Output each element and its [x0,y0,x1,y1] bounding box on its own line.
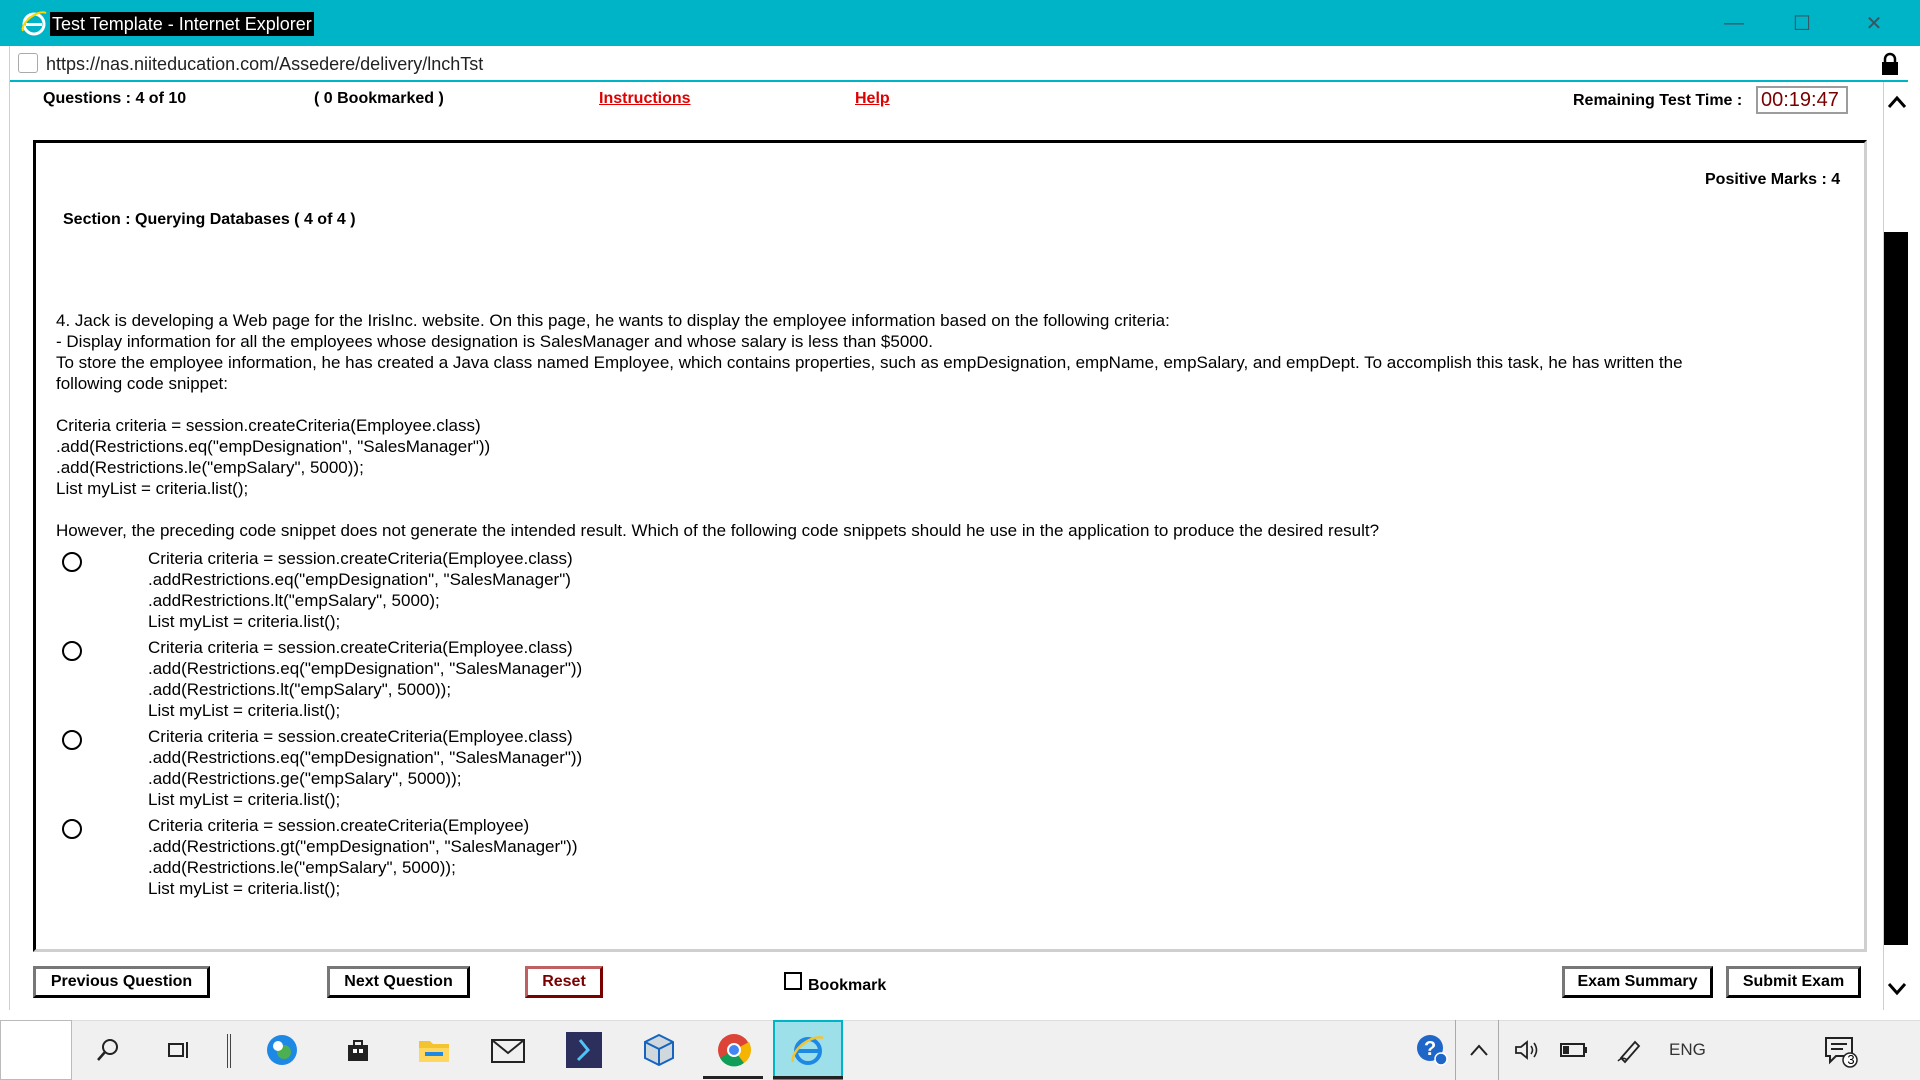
taskbar-divider [227,1034,231,1068]
chrome-icon[interactable] [716,1032,752,1068]
bookmark-label: Bookmark [808,977,887,994]
volume-icon[interactable] [1509,1032,1545,1068]
code-line: .add(Restrictions.eq("empDesignation", "… [56,437,491,456]
file-explorer-icon[interactable] [416,1032,452,1068]
title-bar: Test Template - Internet Explorer — ☐ ✕ [0,0,1920,46]
option-code: Criteria criteria = session.createCriter… [148,549,573,631]
question-line: 4. Jack is developing a Web page for the… [56,311,1170,330]
option-code: Criteria criteria = session.createCriter… [148,816,578,898]
section-title: Section : Querying Databases ( 4 of 4 ) [63,211,356,228]
battery-icon[interactable] [1556,1032,1592,1068]
pen-icon[interactable] [1611,1032,1647,1068]
chevron-up-icon[interactable] [1461,1032,1497,1068]
maximize-icon[interactable]: ☐ [1782,8,1822,38]
remaining-time-label: Remaining Test Time : [1573,92,1743,109]
code-line: .add(Restrictions.le("empSalary", 5000))… [56,458,364,477]
tray-divider [1455,1020,1456,1080]
internet-explorer-icon [21,11,47,36]
radio-button[interactable] [62,641,82,661]
page-icon [18,53,38,73]
powershell-icon[interactable] [566,1032,602,1068]
language-indicator[interactable]: ENG [1669,1040,1706,1060]
option-code: Criteria criteria = session.createCriter… [148,638,583,720]
question-prompt: However, the preceding code snippet does… [56,521,1380,540]
option-code: Criteria criteria = session.createCriter… [148,727,583,809]
bookmark-checkbox[interactable] [784,972,802,990]
code-line: List myList = criteria.list(); [56,479,249,498]
question-counter: Questions : 4 of 10 [43,90,187,107]
window-title: Test Template - Internet Explorer [50,12,314,36]
start-button[interactable] [0,1020,72,1080]
notification-count: 3 [1847,1052,1855,1067]
question-line: - Display information for all the employ… [56,332,933,351]
code-line: Criteria criteria = session.createCriter… [56,416,481,435]
exam-summary-button[interactable]: Exam Summary [1562,966,1713,998]
help-link[interactable]: Help [855,90,890,108]
virtualbox-icon[interactable] [641,1032,677,1068]
url-text[interactable]: https://nas.niiteducation.com/Assedere/d… [46,54,483,75]
search-icon[interactable] [90,1032,126,1068]
timer-display: 00:19:47 [1756,86,1848,114]
close-icon[interactable]: ✕ [1854,8,1894,38]
tray-divider [1498,1020,1499,1080]
minimize-icon[interactable]: — [1714,8,1754,38]
mail-icon[interactable] [490,1032,526,1068]
active-indicator [773,1076,843,1079]
previous-question-button[interactable]: Previous Question [33,966,210,998]
next-question-button[interactable]: Next Question [327,966,470,998]
left-window-edge [0,46,10,1010]
chevron-down-icon[interactable] [1887,981,1907,997]
question-line: To store the employee information, he ha… [56,353,1683,372]
lock-icon [1882,52,1898,75]
radio-button[interactable] [62,552,82,572]
radio-button[interactable] [62,730,82,750]
radio-button[interactable] [62,819,82,839]
address-bar[interactable]: https://nas.niiteducation.com/Assedere/d… [10,46,1908,82]
edge-icon[interactable] [264,1032,300,1068]
internet-explorer-taskbar-icon[interactable] [790,1032,826,1068]
task-view-icon[interactable] [161,1032,197,1068]
scroll-up-area[interactable] [1884,82,1909,232]
reset-button[interactable]: Reset [525,966,603,998]
scroll-down-area[interactable] [1884,945,1909,1010]
question-text: 4. Jack is developing a Web page for the… [56,310,1846,541]
positive-marks: Positive Marks : 4 [1705,171,1841,188]
help-icon[interactable]: ? [1414,1032,1450,1068]
chevron-up-icon[interactable] [1887,94,1907,110]
vertical-scrollbar[interactable] [1883,82,1909,1010]
svg-text:?: ? [1424,1038,1436,1060]
store-icon[interactable] [340,1032,376,1068]
bookmarked-count: ( 0 Bookmarked ) [314,90,444,107]
active-indicator [703,1076,763,1079]
submit-exam-button[interactable]: Submit Exam [1726,966,1861,998]
instructions-link[interactable]: Instructions [599,90,691,108]
question-line: following code snippet: [56,374,229,393]
